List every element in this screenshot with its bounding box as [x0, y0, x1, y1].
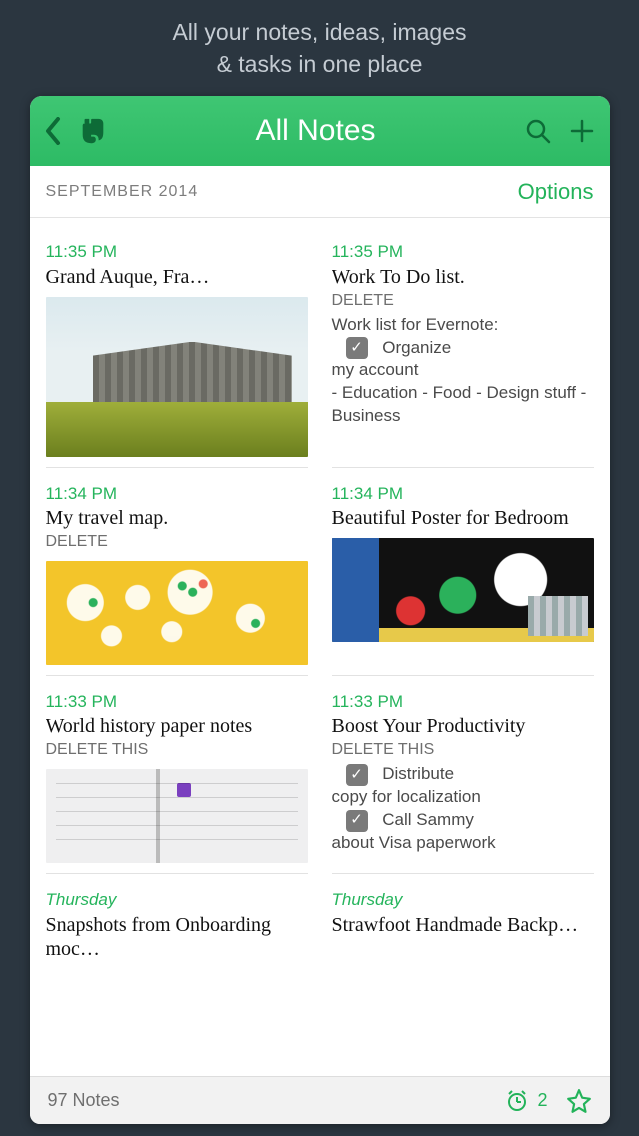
star-icon[interactable] [566, 1088, 592, 1114]
note-card[interactable]: 11:33 PM Boost Your Productivity DELETE … [332, 682, 594, 874]
note-title: Strawfoot Handmade Backp… [332, 913, 594, 937]
note-title: Grand Auque, Fra… [46, 265, 308, 289]
back-icon[interactable] [44, 117, 62, 145]
note-body-text: Work list for Evernote: [332, 315, 499, 334]
bottom-bar: 97 Notes 2 [30, 1076, 610, 1124]
note-time: 11:35 PM [332, 242, 594, 262]
note-card[interactable]: 11:35 PM Work To Do list. DELETE Work li… [332, 232, 594, 467]
promo-tagline: All your notes, ideas, images & tasks in… [172, 0, 466, 96]
note-thumbnail [46, 769, 308, 863]
reminders-button[interactable]: 2 [505, 1089, 547, 1113]
note-thumbnail [46, 297, 308, 457]
note-card[interactable]: Thursday Strawfoot Handmade Backp… [332, 880, 594, 970]
note-time: 11:33 PM [332, 692, 594, 712]
note-body: ✓ Distribute copy for localization ✓ Cal… [332, 763, 594, 855]
note-thumbnail [46, 561, 308, 665]
note-subtitle: DELETE [46, 532, 308, 553]
app-window: All Notes SEPTEMBER 2014 Options 11:35 P… [30, 96, 610, 1124]
checkbox-icon: ✓ [346, 764, 368, 786]
note-check-text: Organize [382, 338, 451, 357]
note-card[interactable]: 11:34 PM My travel map. DELETE [46, 474, 308, 676]
note-body: Work list for Evernote: ✓ Organize my ac… [332, 314, 594, 429]
note-time: Thursday [46, 890, 308, 910]
note-body-text: my account - Education - Food - Design s… [332, 360, 587, 425]
note-check-text: Distribute [382, 764, 454, 783]
sub-header: SEPTEMBER 2014 Options [30, 166, 610, 218]
note-time: 11:35 PM [46, 242, 308, 262]
checkbox-icon: ✓ [346, 810, 368, 832]
note-title: Beautiful Poster for Bedroom [332, 506, 594, 530]
evernote-logo-icon[interactable] [78, 116, 108, 146]
page-title: All Notes [108, 114, 524, 148]
note-card[interactable]: 11:34 PM Beautiful Poster for Bedroom [332, 474, 594, 676]
note-card[interactable]: 11:33 PM World history paper notes DELET… [46, 682, 308, 874]
note-body-text: copy for localization [332, 787, 481, 806]
search-icon[interactable] [524, 117, 552, 145]
note-subtitle: DELETE THIS [46, 740, 308, 761]
note-time: 11:33 PM [46, 692, 308, 712]
tagline-line2: & tasks in one place [172, 48, 466, 80]
reminders-count: 2 [537, 1090, 547, 1111]
note-time: 11:34 PM [332, 484, 594, 504]
note-count: 97 Notes [48, 1090, 120, 1111]
note-body-text: about Visa paperwork [332, 833, 496, 852]
add-icon[interactable] [568, 117, 596, 145]
options-button[interactable]: Options [518, 179, 594, 205]
note-subtitle: DELETE THIS [332, 740, 594, 761]
note-time: Thursday [332, 890, 594, 910]
note-subtitle: DELETE [332, 291, 594, 312]
note-card[interactable]: 11:35 PM Grand Auque, Fra… [46, 232, 308, 467]
note-title: Snapshots from Onboarding moc… [46, 913, 308, 961]
top-bar: All Notes [30, 96, 610, 166]
notes-grid: 11:35 PM Grand Auque, Fra… 11:35 PM Work… [30, 218, 610, 1076]
note-title: World history paper notes [46, 714, 308, 738]
checkbox-icon: ✓ [346, 337, 368, 359]
month-label: SEPTEMBER 2014 [46, 183, 199, 201]
tagline-line1: All your notes, ideas, images [172, 16, 466, 48]
note-title: My travel map. [46, 506, 308, 530]
note-title: Boost Your Productivity [332, 714, 594, 738]
alarm-icon [505, 1089, 529, 1113]
note-time: 11:34 PM [46, 484, 308, 504]
note-check-text: Call Sammy [382, 810, 474, 829]
note-thumbnail [332, 538, 594, 642]
note-title: Work To Do list. [332, 265, 594, 289]
note-card[interactable]: Thursday Snapshots from Onboarding moc… [46, 880, 308, 970]
